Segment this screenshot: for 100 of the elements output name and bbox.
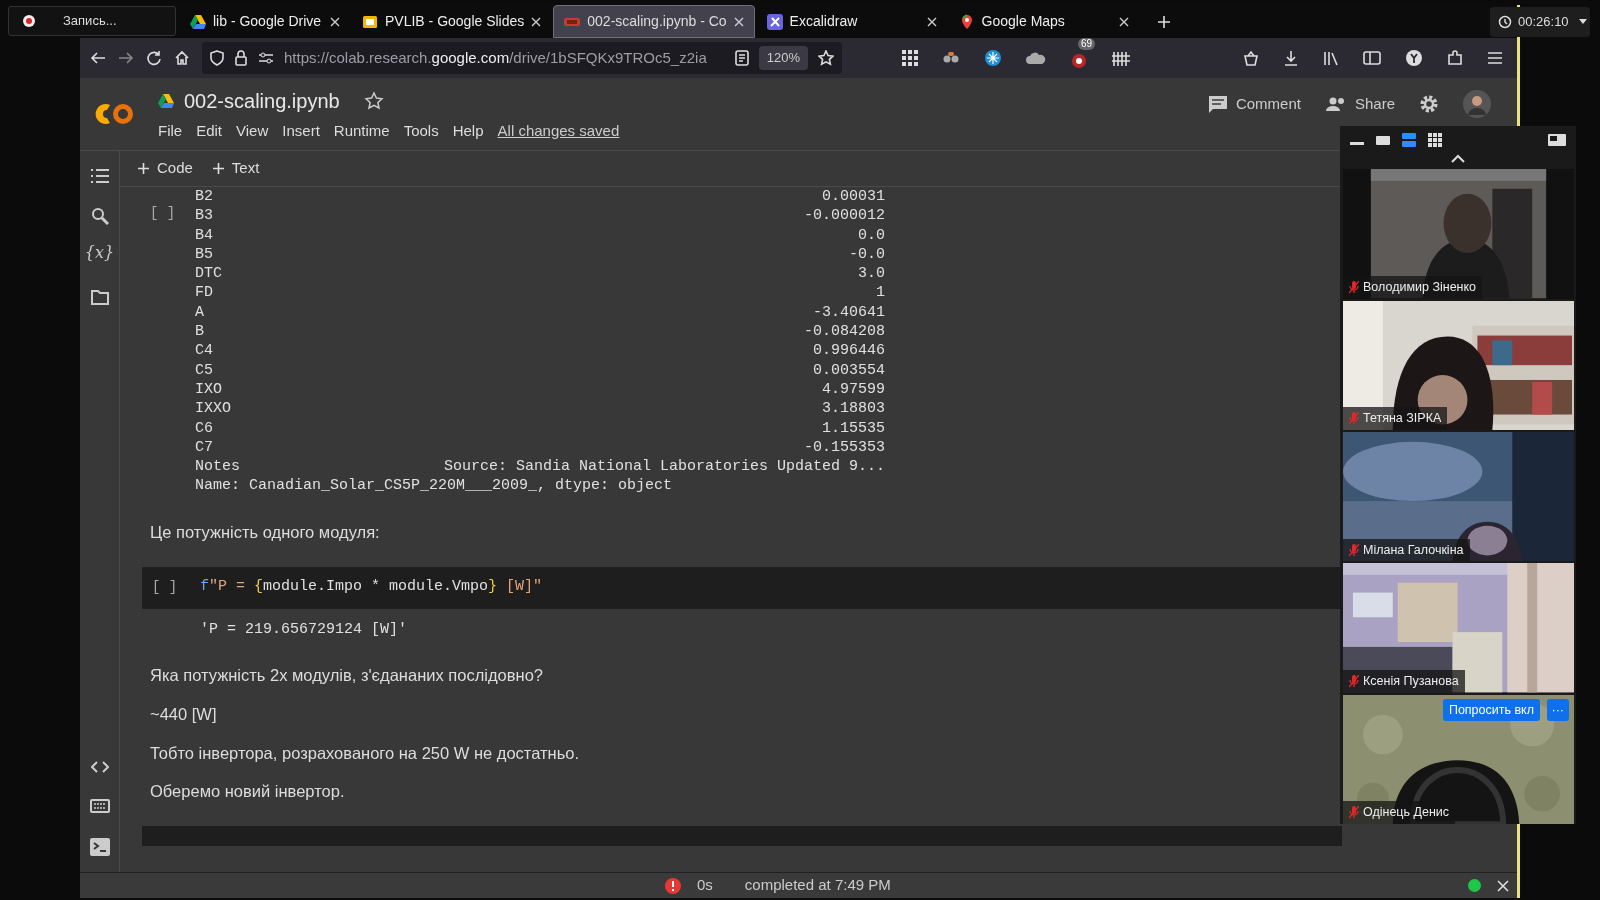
browser-tab[interactable]: PVLIB - Google Slides [352,5,552,38]
close-icon[interactable] [531,16,542,27]
output-key: IXXO [195,399,755,419]
library-icon[interactable] [1323,50,1339,66]
output-value: -3.40641 [812,302,885,323]
close-icon[interactable] [1497,879,1509,892]
fence-icon[interactable] [1112,50,1130,66]
exit-panel-icon[interactable] [1548,132,1566,147]
account-icon[interactable] [1405,49,1423,67]
reload-icon[interactable] [146,50,162,66]
output-key: FD [195,283,755,303]
menu-item[interactable]: Runtime [333,119,390,143]
strip-view-icon[interactable] [1402,132,1416,147]
output-value: Source: Sandia National Laboratories Updated 9... [443,457,885,477]
participant-name: Мілана Галочкіна [1363,541,1464,559]
collapse-up-icon[interactable] [1451,153,1465,163]
status-message: completed at 7:49 PM [744,875,891,896]
address-bar[interactable]: https://colab.research.google.com/drive/1bSFQKx9TROc5_z2ia 120% [202,42,842,74]
tab-title: Google Maps [981,13,1065,29]
keyboard-icon[interactable] [89,798,110,814]
output-key: C5 [195,360,755,380]
single-view-icon[interactable] [1376,133,1390,146]
add-cell-button[interactable]: Text [212,157,260,180]
duration-text: 0s [697,875,713,896]
markdown-text: Оберемо новий інвертор. [150,781,345,803]
cloud-icon[interactable] [1026,51,1046,65]
output-value: 3.0 [857,264,885,284]
people-icon [1324,96,1347,112]
star-icon[interactable] [818,50,834,66]
menu-item[interactable]: View [236,119,269,143]
download-icon[interactable] [1283,50,1299,66]
table-of-contents-icon[interactable] [90,169,109,183]
menu-item[interactable]: Help [452,119,484,143]
tab-icon [190,13,206,30]
menu-item[interactable]: Insert [282,119,320,143]
menu-icon[interactable] [1487,51,1503,65]
browser-tab[interactable]: 002-scaling.ipynb - Co [553,5,755,38]
grid-view-icon[interactable] [1428,132,1442,147]
close-icon[interactable] [926,16,937,27]
comment-button[interactable]: Comment [1207,92,1301,116]
close-icon[interactable] [330,16,340,27]
clock-icon [1498,15,1512,29]
markdown-text: Тобто інвертора, розрахованого на 250 W не достатньо. [150,742,580,764]
output-key: C6 [195,418,755,438]
variables-icon[interactable]: {x} [84,241,115,265]
add-cell-button[interactable]: Code [138,157,193,180]
sliders-icon [258,51,274,65]
output-value: -0.000012 [803,206,885,226]
close-icon[interactable] [1118,16,1129,27]
code-icon[interactable] [90,760,109,774]
run-cell-button[interactable]: [ ] [152,577,200,598]
close-icon[interactable] [733,16,744,27]
participant-name: Тетяна ЗІРКА [1363,410,1442,428]
apps-grid-icon[interactable] [902,50,918,66]
output-key: DTC [195,264,755,284]
menu-item[interactable]: Tools [403,119,439,143]
browser-tab[interactable]: Google Maps [948,5,1139,38]
browser-tab[interactable]: lib - Google Drive [180,5,350,38]
puzzle-icon[interactable] [1447,50,1463,66]
terminal-icon[interactable] [89,838,110,856]
tab-title: PVLIB - Google Slides [385,13,525,29]
star-icon[interactable] [363,90,384,111]
markdown-text: Яка потужність 2х модулів, з'єдананих послідовно? [150,665,543,686]
output-key: A [195,302,755,323]
caret-icon[interactable] [1578,19,1587,25]
save-status-link[interactable]: All changes saved [497,119,620,143]
recording-widget[interactable]: Запись... [8,6,176,36]
tab-title: Excalidraw [789,13,858,29]
output-value: 1 [875,283,885,303]
folder-icon[interactable] [90,289,109,305]
run-cell-button[interactable]: [ ] [150,205,176,221]
new-tab-icon[interactable] [1156,14,1171,29]
back-icon[interactable] [90,50,106,66]
avatar-icon[interactable] [1463,90,1491,118]
home-icon[interactable] [174,50,190,66]
code-cell[interactable]: [ ] f"P = {module.Impo * module.Vmpo} [W]" [142,566,1342,609]
output-key: B4 [195,225,755,245]
snowflake-icon[interactable] [984,49,1002,67]
reader-icon[interactable] [734,50,749,66]
zoom-level-button[interactable]: 120% [758,46,808,70]
tab-icon [362,13,378,30]
output-value: 3.18803 [821,399,885,419]
timer-widget[interactable]: 00:26:10 [1490,7,1590,37]
code-text: f"P = {module.Impo * module.Vmpo} [W]" [200,577,543,598]
search-icon[interactable] [90,207,109,225]
code-cell[interactable] [142,826,1342,846]
participant-name: Одінець Денис [1363,804,1450,822]
menu-item[interactable]: Edit [196,119,223,143]
sidebar-icon[interactable] [1363,50,1381,66]
menu-item[interactable]: File [158,119,183,143]
output-value: -0.0 [848,244,885,265]
output-value: 0.0 [857,225,885,245]
browser-tab[interactable]: Excalidraw [756,5,947,38]
settings-icon[interactable] [1419,94,1439,114]
share-button[interactable]: Share [1324,92,1395,116]
output-text: Name: Canadian_Solar_CS5P_220M___2009_, dtype: object [195,476,674,496]
markdown-text: ~440 [W] [150,703,217,725]
output-key: B5 [195,244,755,265]
notebook-title[interactable]: 002-scaling.ipynb [184,85,340,116]
forward-icon[interactable] [118,50,134,66]
